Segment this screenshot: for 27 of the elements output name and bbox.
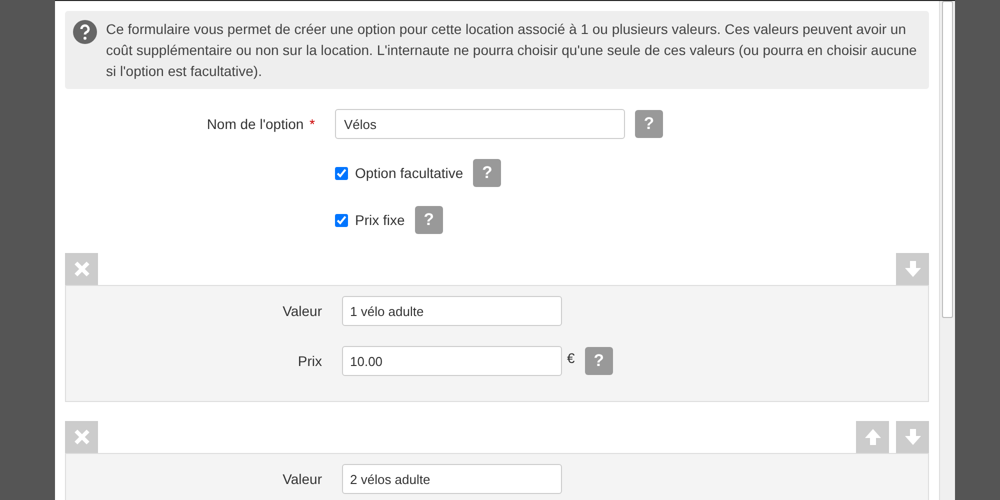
delete-button[interactable] — [65, 253, 98, 285]
field-label: Valeur — [282, 471, 323, 487]
help-text: Ce formulaire vous permet de créer une option pour cette location associé à 1 ou plusieurs valeurs. Ces valeurs peuvent avoir un coût supplémentaire ou non sur la location. L'internaute ne pourra choisir qu'une seule de ces valeurs (ou pourra en choisir aucune si l'option est facultative). — [106, 20, 918, 81]
move-down-button[interactable] — [896, 421, 929, 453]
value-field[interactable]: 1 vélo adulte — [342, 296, 562, 326]
option-name-field[interactable]: Vélos — [335, 109, 625, 139]
arrow-down-icon — [902, 259, 922, 279]
price-field[interactable]: 10.00 — [342, 346, 562, 376]
value-field[interactable]: 2 vélos adulte — [342, 464, 562, 494]
arrow-up-icon — [862, 427, 882, 447]
move-down-button[interactable] — [896, 253, 929, 285]
scrollbar[interactable] — [939, 1, 955, 500]
help-icon — [73, 20, 97, 44]
field-label: Nom de l'option — [206, 116, 304, 132]
close-icon — [72, 427, 92, 447]
delete-button[interactable] — [65, 421, 98, 453]
field-label: Valeur — [282, 303, 323, 319]
checkbox[interactable] — [335, 166, 348, 180]
checkbox[interactable] — [335, 214, 348, 226]
arrow-down-icon — [902, 427, 922, 447]
checkbox-label: Option facultative — [355, 165, 464, 181]
required-mark: * — [310, 116, 315, 132]
checkbox-label: Prix fixe — [355, 212, 405, 228]
field-label: Prix — [296, 353, 323, 369]
move-up-button[interactable] — [856, 421, 889, 453]
close-icon — [72, 259, 92, 279]
currency-symbol: € — [567, 350, 575, 366]
